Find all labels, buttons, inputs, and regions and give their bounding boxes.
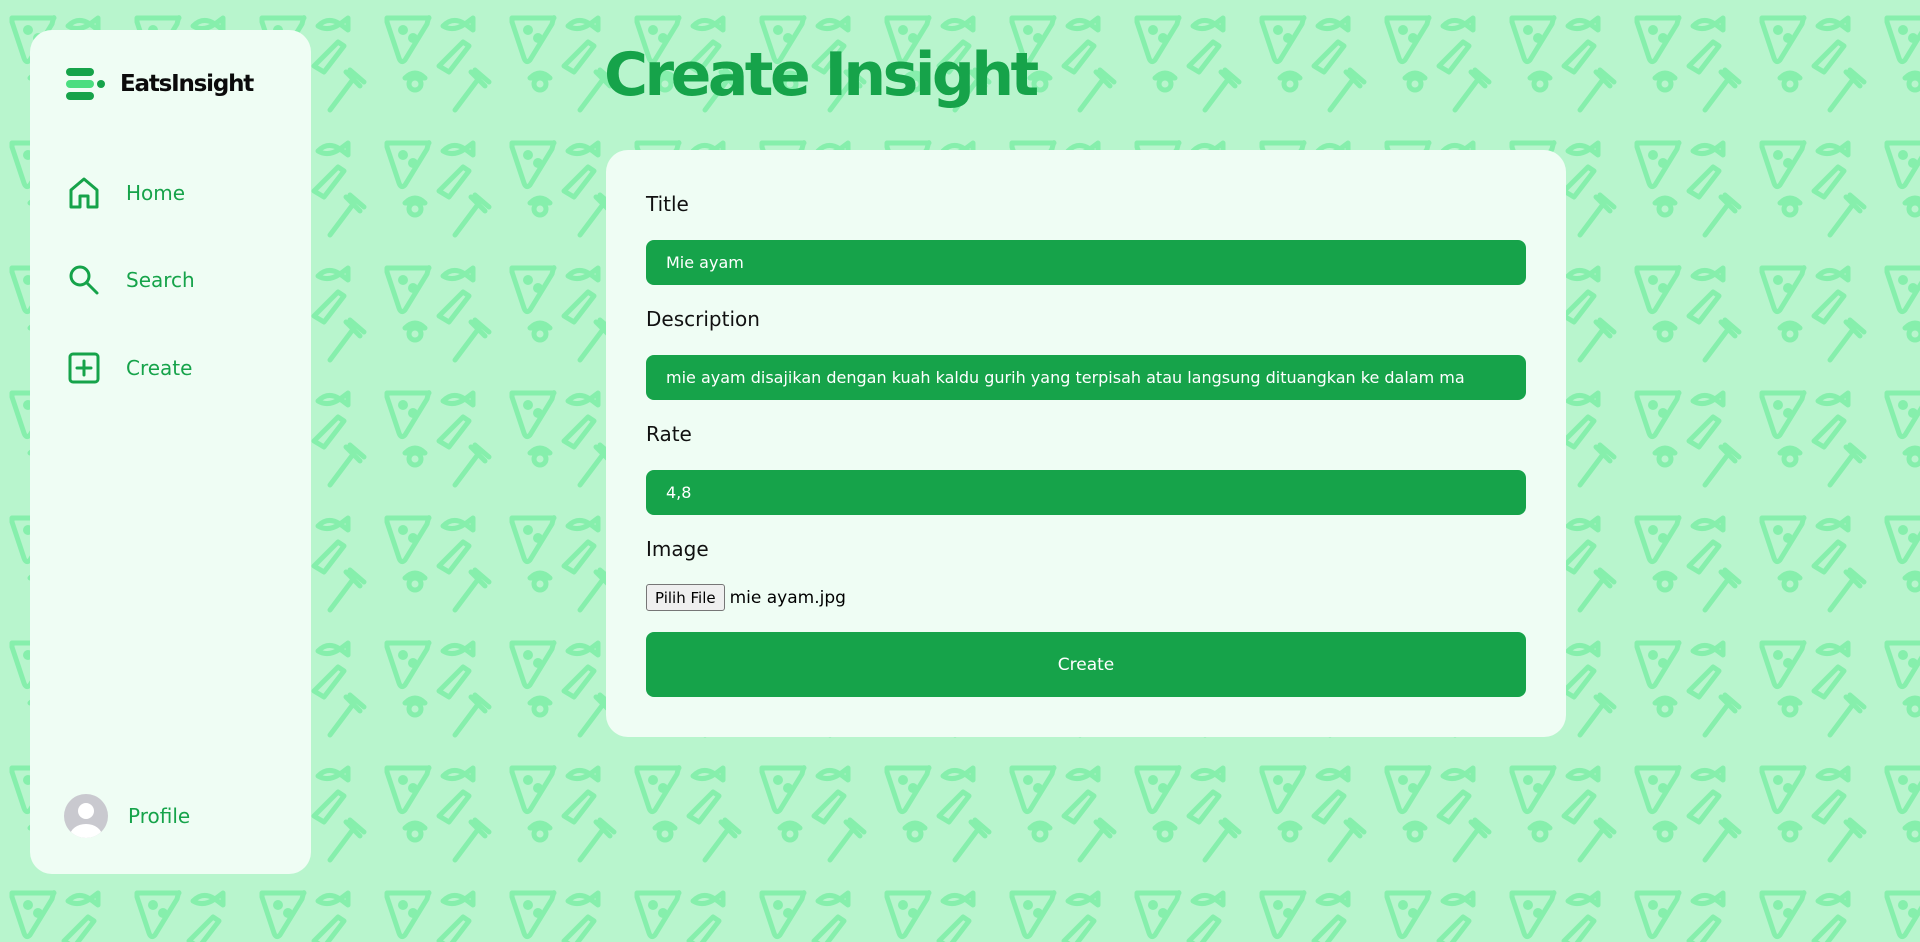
eatsinsight-logo-icon bbox=[66, 68, 105, 100]
sidebar: EatsInsight Home Search Create Profile bbox=[30, 30, 311, 874]
image-file-picker: Pilih File mie ayam.jpg bbox=[646, 584, 846, 611]
home-icon bbox=[69, 177, 99, 209]
rate-input[interactable] bbox=[646, 470, 1526, 515]
plus-square-icon bbox=[68, 352, 100, 384]
title-input[interactable] bbox=[646, 240, 1526, 285]
brand-name: EatsInsight bbox=[120, 71, 254, 97]
create-button[interactable]: Create bbox=[646, 632, 1526, 697]
sidebar-item-profile[interactable]: Profile bbox=[64, 794, 190, 838]
description-input[interactable] bbox=[646, 355, 1526, 400]
sidebar-item-create[interactable]: Create bbox=[66, 350, 192, 386]
choose-file-button[interactable]: Pilih File bbox=[646, 584, 725, 611]
description-label: Description bbox=[646, 307, 760, 331]
title-label: Title bbox=[646, 192, 689, 216]
create-insight-form: Title Description Rate Image Pilih File … bbox=[606, 150, 1566, 737]
sidebar-item-label: Create bbox=[126, 356, 193, 380]
selected-file-name: mie ayam.jpg bbox=[729, 587, 846, 608]
brand[interactable]: EatsInsight bbox=[66, 68, 254, 100]
sidebar-item-label: Search bbox=[126, 268, 195, 292]
sidebar-item-home[interactable]: Home bbox=[66, 175, 185, 211]
sidebar-item-label: Home bbox=[126, 181, 186, 205]
rate-label: Rate bbox=[646, 422, 692, 446]
profile-label: Profile bbox=[128, 804, 191, 828]
sidebar-item-search[interactable]: Search bbox=[66, 262, 195, 298]
page-title: Create Insight bbox=[604, 40, 1039, 110]
search-icon bbox=[69, 265, 99, 295]
avatar-icon bbox=[64, 794, 108, 838]
image-label: Image bbox=[646, 537, 709, 561]
